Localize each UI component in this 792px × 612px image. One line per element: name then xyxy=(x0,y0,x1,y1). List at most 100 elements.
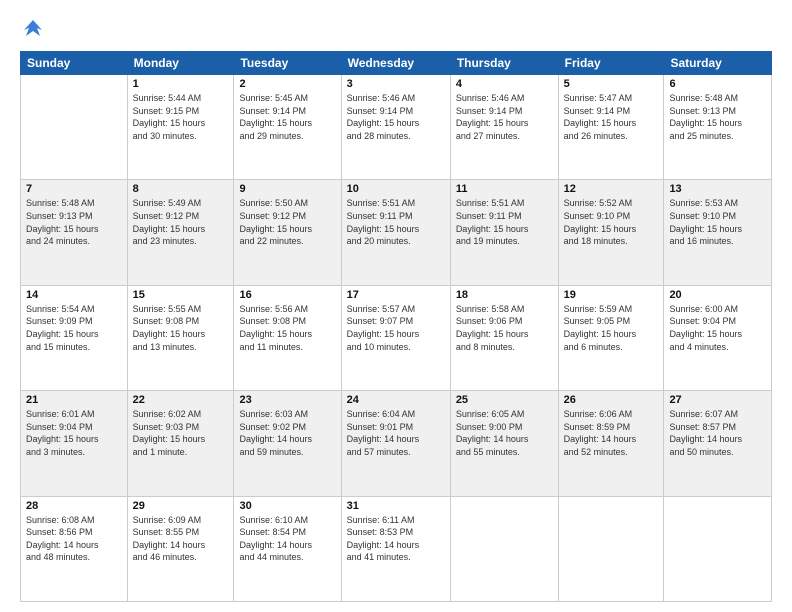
calendar-week-row: 7 Sunrise: 5:48 AM Sunset: 9:13 PM Daylig… xyxy=(21,180,772,285)
day-number: 31 xyxy=(347,500,445,512)
calendar-cell: 28 Sunrise: 6:08 AM Sunset: 8:56 PM Dayli… xyxy=(21,496,128,601)
calendar-week-row: 14Sunrise: 5:54 AM Sunset: 9:09 PM Dayli… xyxy=(21,285,772,390)
day-info: Sunrise: 5:50 AM Sunset: 9:12 PM Dayligh… xyxy=(239,197,335,247)
day-number: 22 xyxy=(133,394,229,406)
calendar-cell: 25 Sunrise: 6:05 AM Sunset: 9:00 PM Dayli… xyxy=(450,391,558,496)
day-info: Sunrise: 5:59 AM Sunset: 9:05 PM Dayligh… xyxy=(564,303,659,353)
day-number: 8 xyxy=(133,183,229,195)
calendar-cell xyxy=(664,496,772,601)
day-header-tuesday: Tuesday xyxy=(234,52,341,75)
day-info: Sunrise: 5:52 AM Sunset: 9:10 PM Dayligh… xyxy=(564,197,659,247)
calendar-cell: 22 Sunrise: 6:02 AM Sunset: 9:03 PM Dayli… xyxy=(127,391,234,496)
calendar-cell: 20Sunrise: 6:00 AM Sunset: 9:04 PM Dayli… xyxy=(664,285,772,390)
day-number: 7 xyxy=(26,183,122,195)
day-info: Sunrise: 5:54 AM Sunset: 9:09 PM Dayligh… xyxy=(26,303,122,353)
day-info: Sunrise: 5:56 AM Sunset: 9:08 PM Dayligh… xyxy=(239,303,335,353)
day-number: 13 xyxy=(669,183,766,195)
day-number: 4 xyxy=(456,78,553,90)
calendar-cell: 2 Sunrise: 5:45 AM Sunset: 9:14 PM Daylig… xyxy=(234,75,341,180)
calendar-cell: 19 Sunrise: 5:59 AM Sunset: 9:05 PM Dayli… xyxy=(558,285,664,390)
day-number: 11 xyxy=(456,183,553,195)
day-number: 24 xyxy=(347,394,445,406)
calendar-week-row: 28 Sunrise: 6:08 AM Sunset: 8:56 PM Dayli… xyxy=(21,496,772,601)
day-info: Sunrise: 5:51 AM Sunset: 9:11 PM Dayligh… xyxy=(456,197,553,247)
day-number: 17 xyxy=(347,289,445,301)
day-number: 23 xyxy=(239,394,335,406)
day-number: 25 xyxy=(456,394,553,406)
day-info: Sunrise: 6:04 AM Sunset: 9:01 PM Dayligh… xyxy=(347,408,445,458)
calendar-cell: 16Sunrise: 5:56 AM Sunset: 9:08 PM Dayli… xyxy=(234,285,341,390)
day-info: Sunrise: 5:53 AM Sunset: 9:10 PM Dayligh… xyxy=(669,197,766,247)
calendar-week-row: 1 Sunrise: 5:44 AM Sunset: 9:15 PM Daylig… xyxy=(21,75,772,180)
day-number: 2 xyxy=(239,78,335,90)
calendar-cell: 30 Sunrise: 6:10 AM Sunset: 8:54 PM Dayli… xyxy=(234,496,341,601)
calendar-cell: 29 Sunrise: 6:09 AM Sunset: 8:55 PM Dayli… xyxy=(127,496,234,601)
day-info: Sunrise: 6:06 AM Sunset: 8:59 PM Dayligh… xyxy=(564,408,659,458)
day-info: Sunrise: 6:10 AM Sunset: 8:54 PM Dayligh… xyxy=(239,514,335,564)
day-info: Sunrise: 6:03 AM Sunset: 9:02 PM Dayligh… xyxy=(239,408,335,458)
calendar-cell: 4 Sunrise: 5:46 AM Sunset: 9:14 PM Daylig… xyxy=(450,75,558,180)
day-number: 29 xyxy=(133,500,229,512)
day-number: 21 xyxy=(26,394,122,406)
day-header-sunday: Sunday xyxy=(21,52,128,75)
day-number: 3 xyxy=(347,78,445,90)
day-info: Sunrise: 5:46 AM Sunset: 9:14 PM Dayligh… xyxy=(456,92,553,142)
calendar-cell: 6 Sunrise: 5:48 AM Sunset: 9:13 PM Daylig… xyxy=(664,75,772,180)
day-info: Sunrise: 5:44 AM Sunset: 9:15 PM Dayligh… xyxy=(133,92,229,142)
calendar-cell: 12Sunrise: 5:52 AM Sunset: 9:10 PM Dayli… xyxy=(558,180,664,285)
calendar-cell: 5Sunrise: 5:47 AM Sunset: 9:14 PM Daylig… xyxy=(558,75,664,180)
calendar-week-row: 21 Sunrise: 6:01 AM Sunset: 9:04 PM Dayli… xyxy=(21,391,772,496)
day-info: Sunrise: 5:49 AM Sunset: 9:12 PM Dayligh… xyxy=(133,197,229,247)
day-number: 28 xyxy=(26,500,122,512)
day-number: 20 xyxy=(669,289,766,301)
day-info: Sunrise: 6:09 AM Sunset: 8:55 PM Dayligh… xyxy=(133,514,229,564)
calendar-cell: 9 Sunrise: 5:50 AM Sunset: 9:12 PM Daylig… xyxy=(234,180,341,285)
day-info: Sunrise: 5:57 AM Sunset: 9:07 PM Dayligh… xyxy=(347,303,445,353)
day-number: 30 xyxy=(239,500,335,512)
header xyxy=(20,18,772,45)
calendar-cell: 7 Sunrise: 5:48 AM Sunset: 9:13 PM Daylig… xyxy=(21,180,128,285)
page: SundayMondayTuesdayWednesdayThursdayFrid… xyxy=(0,0,792,612)
calendar-cell: 14Sunrise: 5:54 AM Sunset: 9:09 PM Dayli… xyxy=(21,285,128,390)
day-info: Sunrise: 6:08 AM Sunset: 8:56 PM Dayligh… xyxy=(26,514,122,564)
calendar-cell: 8 Sunrise: 5:49 AM Sunset: 9:12 PM Daylig… xyxy=(127,180,234,285)
calendar-cell: 26 Sunrise: 6:06 AM Sunset: 8:59 PM Dayli… xyxy=(558,391,664,496)
day-number: 10 xyxy=(347,183,445,195)
day-info: Sunrise: 5:48 AM Sunset: 9:13 PM Dayligh… xyxy=(669,92,766,142)
calendar-cell: 24 Sunrise: 6:04 AM Sunset: 9:01 PM Dayli… xyxy=(341,391,450,496)
logo-bird-icon xyxy=(22,18,44,45)
day-header-saturday: Saturday xyxy=(664,52,772,75)
logo xyxy=(20,18,44,45)
calendar-cell: 13 Sunrise: 5:53 AM Sunset: 9:10 PM Dayli… xyxy=(664,180,772,285)
calendar-cell: 18 Sunrise: 5:58 AM Sunset: 9:06 PM Dayli… xyxy=(450,285,558,390)
calendar-cell: 11 Sunrise: 5:51 AM Sunset: 9:11 PM Dayli… xyxy=(450,180,558,285)
calendar-cell: 10Sunrise: 5:51 AM Sunset: 9:11 PM Dayli… xyxy=(341,180,450,285)
calendar-cell: 23 Sunrise: 6:03 AM Sunset: 9:02 PM Dayli… xyxy=(234,391,341,496)
calendar-cell: 3Sunrise: 5:46 AM Sunset: 9:14 PM Daylig… xyxy=(341,75,450,180)
day-number: 19 xyxy=(564,289,659,301)
day-number: 9 xyxy=(239,183,335,195)
day-info: Sunrise: 6:02 AM Sunset: 9:03 PM Dayligh… xyxy=(133,408,229,458)
day-number: 6 xyxy=(669,78,766,90)
calendar-cell xyxy=(21,75,128,180)
day-header-wednesday: Wednesday xyxy=(341,52,450,75)
calendar-cell xyxy=(450,496,558,601)
day-number: 1 xyxy=(133,78,229,90)
calendar-cell: 27 Sunrise: 6:07 AM Sunset: 8:57 PM Dayli… xyxy=(664,391,772,496)
day-number: 18 xyxy=(456,289,553,301)
day-info: Sunrise: 6:07 AM Sunset: 8:57 PM Dayligh… xyxy=(669,408,766,458)
day-number: 27 xyxy=(669,394,766,406)
calendar-table: SundayMondayTuesdayWednesdayThursdayFrid… xyxy=(20,51,772,602)
calendar-cell: 1 Sunrise: 5:44 AM Sunset: 9:15 PM Daylig… xyxy=(127,75,234,180)
day-header-thursday: Thursday xyxy=(450,52,558,75)
day-info: Sunrise: 5:55 AM Sunset: 9:08 PM Dayligh… xyxy=(133,303,229,353)
day-info: Sunrise: 6:05 AM Sunset: 9:00 PM Dayligh… xyxy=(456,408,553,458)
day-info: Sunrise: 5:58 AM Sunset: 9:06 PM Dayligh… xyxy=(456,303,553,353)
day-info: Sunrise: 5:47 AM Sunset: 9:14 PM Dayligh… xyxy=(564,92,659,142)
day-number: 26 xyxy=(564,394,659,406)
day-info: Sunrise: 5:48 AM Sunset: 9:13 PM Dayligh… xyxy=(26,197,122,247)
calendar-cell: 21 Sunrise: 6:01 AM Sunset: 9:04 PM Dayli… xyxy=(21,391,128,496)
calendar-header-row: SundayMondayTuesdayWednesdayThursdayFrid… xyxy=(21,52,772,75)
day-info: Sunrise: 6:01 AM Sunset: 9:04 PM Dayligh… xyxy=(26,408,122,458)
day-info: Sunrise: 5:45 AM Sunset: 9:14 PM Dayligh… xyxy=(239,92,335,142)
